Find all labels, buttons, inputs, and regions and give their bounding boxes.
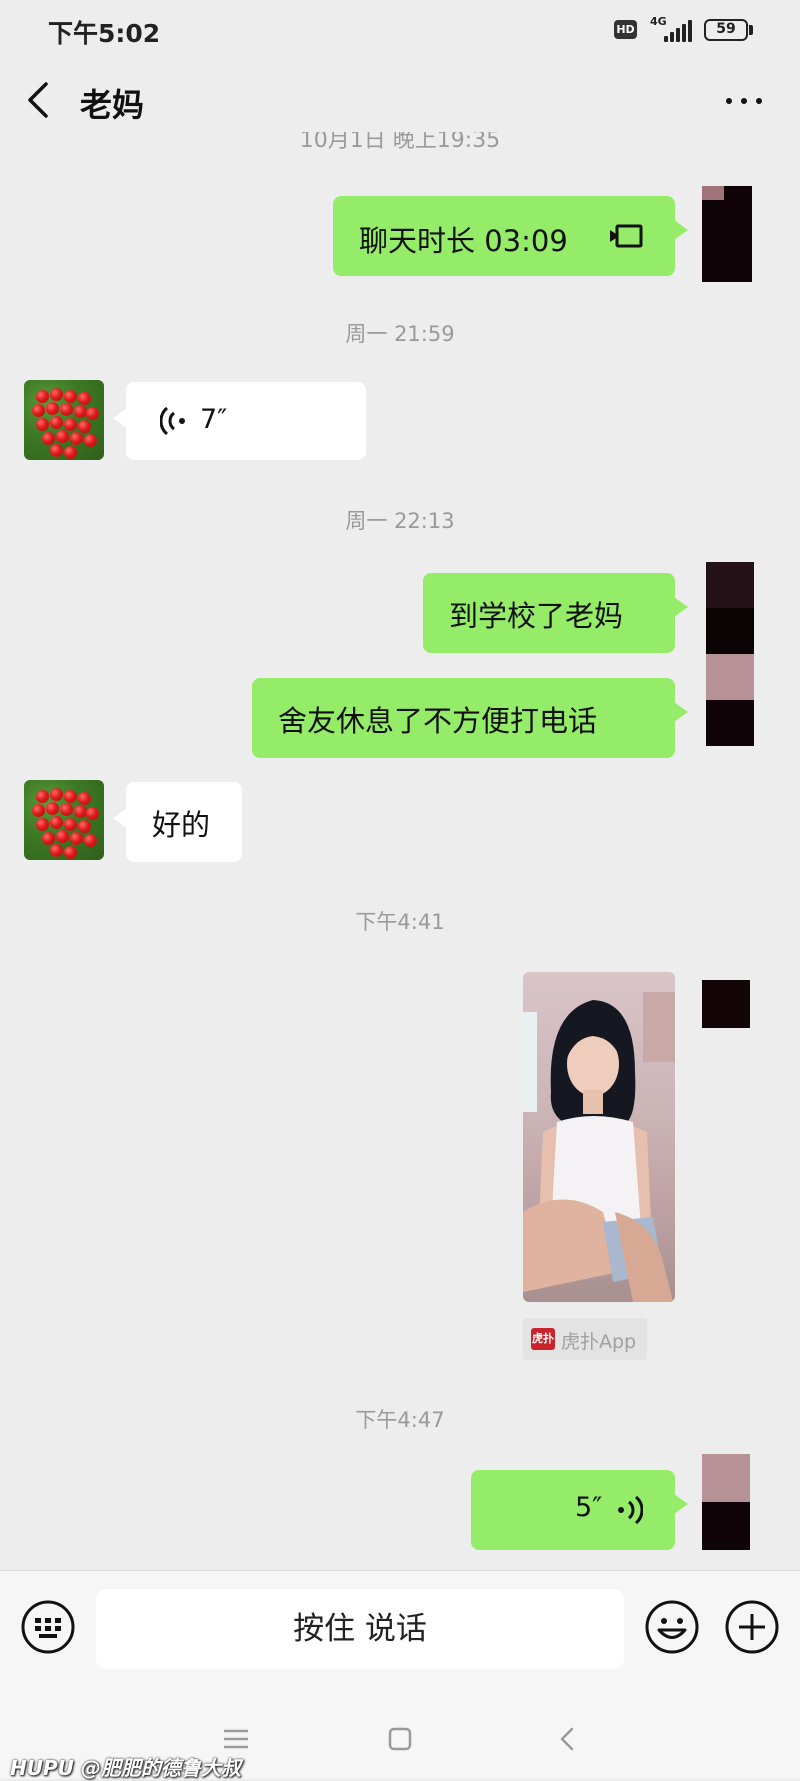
hd-badge: HD: [614, 20, 637, 39]
avatar-block: [702, 1454, 750, 1502]
voice-wave-icon: [618, 1495, 643, 1525]
nav-menu-button[interactable]: [222, 1728, 250, 1750]
avatar-block: [702, 186, 724, 200]
mom-voice-bubble[interactable]: 7″: [113, 382, 366, 460]
emoji-button[interactable]: [644, 1599, 700, 1655]
sent-text-bubble[interactable]: 到学校了老妈: [423, 573, 688, 653]
status-bar: 下午5:02 HD 4G 59: [0, 0, 800, 62]
timestamp: 周一 22:13: [345, 509, 455, 533]
mom-avatar[interactable]: [24, 780, 104, 860]
received-text-bubble[interactable]: 好的: [113, 782, 242, 862]
timestamp-cut: 10月1日 晚上19:35: [0, 132, 800, 154]
avatar-block: [702, 186, 752, 282]
more-dot: [741, 98, 747, 104]
chat-title: 老妈: [80, 86, 145, 124]
back-icon: [560, 1727, 574, 1751]
keyboard-icon: [21, 1600, 75, 1654]
message-text: 舍友休息了不方便打电话: [278, 704, 598, 738]
signal-icon: [664, 20, 692, 42]
avatar-block: [706, 654, 754, 700]
voice-wave-icon: [160, 406, 185, 436]
sent-text-bubble[interactable]: 舍友休息了不方便打电话: [252, 678, 688, 758]
avatar-block: [702, 980, 750, 1028]
nav-home-button[interactable]: [387, 1726, 413, 1752]
more-dot: [756, 98, 762, 104]
timestamp: 下午4:47: [355, 1408, 445, 1432]
battery-tip: [749, 25, 753, 35]
avatar-block: [706, 562, 754, 608]
message-text: 好的: [152, 808, 211, 842]
call-duration-bubble[interactable]: 聊天时长 03:09: [333, 196, 688, 276]
mom-avatar[interactable]: [24, 380, 104, 460]
status-time: 下午5:02: [48, 19, 161, 48]
video-call-icon: [610, 224, 643, 248]
hupu-logo-icon: 虎扑: [531, 1328, 555, 1350]
self-avatar[interactable]: [702, 1454, 754, 1550]
emoji-icon: [645, 1600, 699, 1654]
voice-duration: 5″: [575, 1492, 603, 1523]
photo-message[interactable]: [523, 972, 675, 1302]
self-avatar[interactable]: [702, 980, 752, 1058]
self-avatar[interactable]: [702, 186, 752, 282]
hupu-watermark: HUPU @肥肥的德鲁大叔: [10, 1756, 241, 1780]
avatar-block: [702, 1502, 750, 1550]
self-avatar[interactable]: [706, 562, 754, 752]
battery-icon: 59: [704, 19, 748, 41]
timestamp: 下午4:41: [355, 910, 445, 934]
watermark-text: 虎扑App: [561, 1331, 637, 1353]
call-duration-text: 聊天时长 03:09: [359, 224, 568, 258]
message-text: 到学校了老妈: [449, 599, 624, 633]
voice-duration: 7″: [200, 404, 228, 435]
timestamp-text: 10月1日 晚上19:35: [299, 132, 501, 153]
nav-back-button[interactable]: [555, 1726, 581, 1752]
avatar-block: [706, 608, 754, 654]
sent-voice-bubble[interactable]: 5″: [471, 1470, 688, 1550]
input-bar: 按住 说话: [0, 1570, 800, 1689]
keyboard-toggle-button[interactable]: [20, 1599, 76, 1655]
hold-to-talk-button[interactable]: 按住 说话: [96, 1589, 624, 1669]
photo-watermark: 虎扑 虎扑App: [523, 1318, 647, 1360]
avatar-block: [706, 700, 754, 746]
more-dots-icon: [726, 98, 732, 104]
chevron-left-icon: [28, 82, 48, 118]
home-icon: [388, 1727, 412, 1751]
timestamp: 周一 21:59: [345, 322, 455, 346]
back-button[interactable]: [20, 78, 60, 122]
photo-image: [523, 992, 675, 1302]
plus-icon: [725, 1600, 779, 1654]
menu-icon: [224, 1729, 248, 1749]
plus-button[interactable]: [724, 1599, 780, 1655]
more-button[interactable]: [722, 82, 766, 116]
